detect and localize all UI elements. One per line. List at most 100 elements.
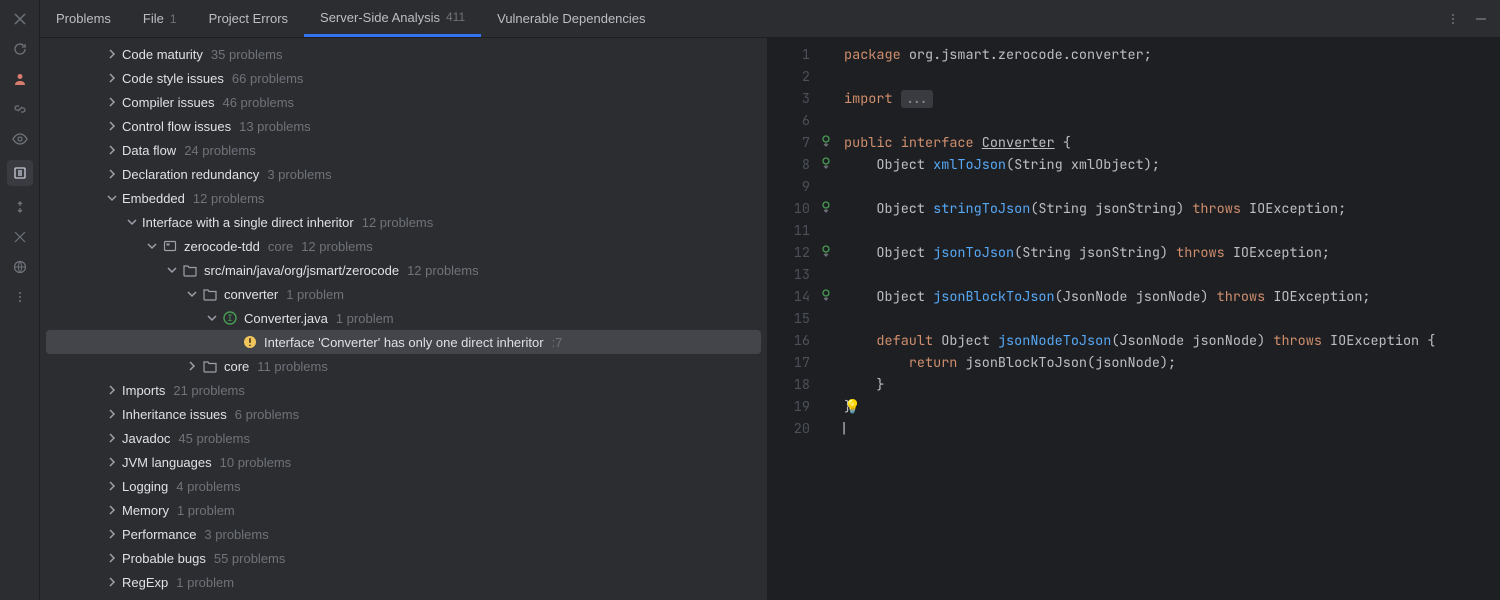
chevron-down-icon[interactable] [184,286,200,302]
chevron-right-icon[interactable] [104,430,120,446]
tree-row[interactable]: Logging4 problems [40,474,767,498]
warning-icon [242,334,258,350]
expand-icon[interactable] [11,198,29,216]
code-line[interactable]: public interface Converter { [844,132,1500,154]
preview-icon[interactable] [11,130,29,148]
tree-row[interactable]: Code maturity35 problems [40,42,767,66]
chevron-right-icon[interactable] [104,478,120,494]
intention-bulb-icon[interactable]: 💡 [844,398,861,416]
tree-row[interactable]: Compiler issues46 problems [40,90,767,114]
code-line[interactable]: } [844,374,1500,396]
chevron-right-icon[interactable] [104,406,120,422]
tree-label: Compiler issues [122,95,214,110]
collapse-icon[interactable] [11,228,29,246]
tree-row[interactable]: Performance3 problems [40,522,767,546]
code-line[interactable]: import ... [844,88,1500,110]
chevron-right-icon[interactable] [104,574,120,590]
tree-row[interactable]: Javadoc45 problems [40,426,767,450]
code-line[interactable]: default Object jsonNodeToJson(JsonNode j… [844,330,1500,352]
refresh-icon[interactable] [11,40,29,58]
close-icon[interactable] [11,10,29,28]
tree-row[interactable]: Probable bugs55 problems [40,546,767,570]
chevron-right-icon[interactable] [104,454,120,470]
tree-row[interactable]: Inheritance issues6 problems [40,402,767,426]
chevron-right-icon[interactable] [104,502,120,518]
chevron-right-icon[interactable] [104,382,120,398]
tree-label: Control flow issues [122,119,231,134]
tree-row[interactable]: Imports21 problems [40,378,767,402]
chevron-right-icon[interactable] [104,550,120,566]
problem-count: 3 problems [204,527,268,542]
code-line[interactable] [844,264,1500,286]
tree-row[interactable]: core11 problems [40,354,767,378]
code-line[interactable] [844,220,1500,242]
problem-count: 21 problems [173,383,245,398]
tree-row[interactable]: JVM languages10 problems [40,450,767,474]
tree-row[interactable]: IConverter.java1 problem [40,306,767,330]
chevron-right-icon[interactable] [104,142,120,158]
user-icon[interactable] [11,70,29,88]
code-line[interactable] [844,308,1500,330]
link-icon[interactable] [11,100,29,118]
problems-tree[interactable]: Code maturity35 problemsCode style issue… [40,38,768,600]
code-line[interactable]: return jsonBlockToJson(jsonNode); [844,352,1500,374]
chevron-down-icon[interactable] [164,262,180,278]
tree-row[interactable]: Code style issues66 problems [40,66,767,90]
chevron-right-icon[interactable] [104,118,120,134]
code-line[interactable]: Object stringToJson(String jsonString) t… [844,198,1500,220]
chevron-down-icon[interactable] [144,238,160,254]
folder-icon [182,262,198,278]
chevron-right-icon[interactable] [104,46,120,62]
code-line[interactable]: package org.jsmart.zerocode.converter; [844,44,1500,66]
tab-project-errors[interactable]: Project Errors [193,0,304,37]
problem-count: 13 problems [239,119,311,134]
problem-count: 35 problems [211,47,283,62]
code-line[interactable] [844,176,1500,198]
tree-row[interactable]: Control flow issues 13 problems [40,114,767,138]
tab-vulnerable-dependencies[interactable]: Vulnerable Dependencies [481,0,661,37]
problem-count: 45 problems [178,431,250,446]
chevron-right-icon[interactable] [184,358,200,374]
chevron-right-icon[interactable] [104,94,120,110]
tab-server-side-analysis[interactable]: Server-Side Analysis411 [304,0,481,37]
problem-count: 3 problems [267,167,331,182]
code-line[interactable] [844,110,1500,132]
code-line[interactable]: Object jsonToJson(String jsonString) thr… [844,242,1500,264]
web-icon[interactable] [11,258,29,276]
code-line[interactable]: }💡 [844,396,1500,418]
code-line[interactable]: Object jsonBlockToJson(JsonNode jsonNode… [844,286,1500,308]
tree-row[interactable]: Interface 'Converter' has only one direc… [46,330,761,354]
tree-row[interactable]: RegExp1 problem [40,570,767,594]
tree-row[interactable]: Memory1 problem [40,498,767,522]
code-area[interactable]: package org.jsmart.zerocode.converter; im… [816,38,1500,600]
group-by-icon[interactable] [7,160,33,186]
kebab-icon[interactable] [1446,12,1460,26]
code-line[interactable] [844,66,1500,88]
chevron-down-icon[interactable] [204,310,220,326]
tree-row[interactable]: Data flow24 problems [40,138,767,162]
tree-row[interactable]: Embedded12 problems [40,186,767,210]
tab-file[interactable]: File1 [127,0,193,37]
chevron-down-icon[interactable] [124,214,140,230]
tree-row[interactable]: Interface with a single direct inheritor… [40,210,767,234]
chevron-down-icon[interactable] [104,190,120,206]
tab-problems[interactable]: Problems [40,0,127,37]
chevron-right-icon[interactable] [104,70,120,86]
problem-count: 66 problems [232,71,304,86]
minimize-icon[interactable] [1474,12,1488,26]
code-editor[interactable]: 12367891011121314151617181920 package or… [768,38,1500,600]
line-number: 7 [768,132,816,154]
problem-count: 1 problem [176,575,234,590]
line-number: 2 [768,66,816,88]
code-line[interactable]: Object xmlToJson(String xmlObject); [844,154,1500,176]
chevron-right-icon[interactable] [104,526,120,542]
tree-row[interactable]: Declaration redundancy3 problems [40,162,767,186]
chevron-right-icon[interactable] [104,166,120,182]
line-number: 1 [768,44,816,66]
code-line[interactable]: | [844,418,1500,440]
spacer [224,334,240,350]
more-icon[interactable] [11,288,29,306]
tree-row[interactable]: zerocode-tddcore12 problems [40,234,767,258]
tree-row[interactable]: src/main/java/org/jsmart/zerocode12 prob… [40,258,767,282]
tree-row[interactable]: converter1 problem [40,282,767,306]
